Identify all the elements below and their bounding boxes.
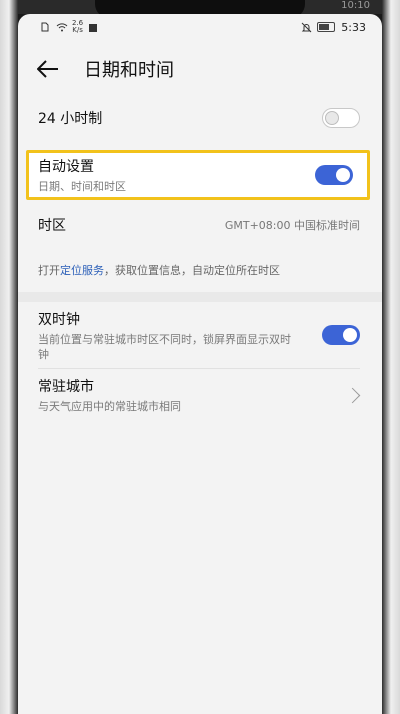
toggle-knob [325,111,339,125]
setting-dual-clock[interactable]: 双时钟 当前位置与常驻城市时区不同时，锁屏界面显示双时钟 [18,302,382,368]
toggle-auto[interactable] [315,165,353,185]
outer-clock: 10:10 [341,0,370,11]
hint-suffix: ，获取位置信息，自动定位所在时区 [104,264,280,277]
hint-prefix: 打开 [38,264,60,277]
setting-timezone-label: 时区 [38,218,66,234]
location-hint: 打开定位服务，获取位置信息，自动定位所在时区 [18,248,382,292]
battery-icon [317,22,336,32]
device-bezel-right [382,0,400,714]
mute-icon [301,22,312,33]
page-title: 日期和时间 [84,60,174,81]
device-bezel-left [0,0,18,714]
setting-24-hour[interactable]: 24 小时制 [18,98,382,138]
setting-home-city-label: 常驻城市 [38,379,94,395]
chevron-right-icon [344,387,361,403]
setting-auto-label: 自动设置 [38,159,94,175]
setting-dual-clock-label: 双时钟 [38,311,80,328]
setting-auto-subtitle: 日期、时间和时区 [38,180,126,193]
toggle-knob [343,328,357,342]
notification-icon [89,22,99,32]
status-bar: 2.6 K/s 5:33 [18,14,382,40]
network-speed: 2.6 K/s [72,19,84,34]
wifi-icon [56,22,68,32]
arrow-left-icon [37,60,58,78]
setting-home-city-subtitle: 与天气应用中的常驻城市相同 [38,400,181,413]
setting-24-hour-label: 24 小时制 [38,111,103,127]
back-button[interactable] [34,55,62,83]
setting-dual-clock-subtitle: 当前位置与常驻城市时区不同时，锁屏界面显示双时钟 [38,332,291,361]
toggle-24-hour[interactable] [322,108,360,128]
section-divider [18,292,382,302]
setting-timezone[interactable]: 时区 GMT+08:00 中国标准时间 [18,202,382,248]
app-bar: 日期和时间 [18,40,382,98]
setting-home-city[interactable]: 常驻城市 与天气应用中的常驻城市相同 [18,369,382,421]
toggle-dual-clock[interactable] [322,325,360,345]
status-time: 5:33 [341,20,366,34]
toggle-knob [336,168,350,182]
highlighted-auto-setting: 自动设置 日期、时间和时区 [26,150,370,200]
phone-screen: 2.6 K/s 5:33 日期和时间 24 小时制 自动设置 日期、时间和时区 … [18,14,382,714]
sim-icon [40,22,50,32]
setting-timezone-value: GMT+08:00 中国标准时间 [224,218,360,232]
setting-auto[interactable]: 自动设置 日期、时间和时区 [29,153,367,197]
location-service-link[interactable]: 定位服务 [60,264,104,277]
